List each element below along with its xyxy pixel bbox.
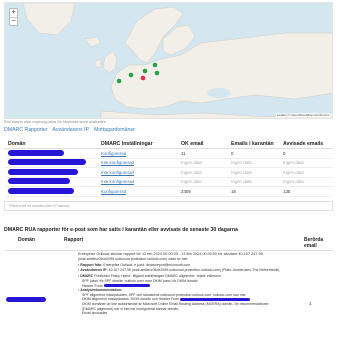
redacted-domain — [8, 178, 70, 185]
table-header: Domän DMARC Inställningar OK email Email… — [4, 139, 333, 149]
header-dmarc-settings: DMARC Inställningar — [101, 140, 153, 147]
analysis-line: Email avvisades — [82, 311, 108, 316]
header-rejected: Avvisade emails — [283, 140, 324, 147]
header-quarantine: Emails i karantän — [231, 140, 274, 147]
sender-ip-line: Avsändarens IP: 40.107.247.95 (mail-am6e… — [78, 268, 304, 273]
dmarc-setting-link[interactable]: Inte konfigurerad — [101, 160, 134, 165]
rejected-count: Ingen data — [283, 169, 304, 175]
marker-green[interactable] — [141, 67, 149, 75]
map-markers — [115, 61, 161, 85]
header-ok-email: OK email — [181, 140, 204, 147]
quarantine-count: 0 — [231, 150, 234, 156]
report-tabs: DMARC Rapporter Avsändarens IP Mottagard… — [4, 127, 135, 133]
filter-input[interactable]: Filtrera på en domän eller IP adress — [4, 201, 333, 211]
redacted-domain — [8, 149, 64, 156]
report-body: Enterprise Outlook skickar rapport för 1… — [78, 252, 304, 316]
ok-count: 11 — [181, 150, 186, 156]
table-row[interactable]: Konfigurerad 11 0 0 — [4, 149, 333, 159]
table-row[interactable]: Inte konfigurerad Ingen data Ingen data … — [4, 178, 333, 187]
dmarc-setting-link[interactable]: Konfigurerad — [101, 189, 126, 194]
ok-count: Ingen data — [181, 160, 202, 166]
map-attribution[interactable]: Leaflet | © OpenStreetMap contributors — [275, 113, 330, 117]
ok-count: 2409 — [181, 188, 191, 194]
table-row[interactable]: Inte konfigurerad Ingen data Ingen data … — [4, 168, 333, 178]
affected-count: 1 — [309, 301, 312, 306]
rejected-count: 0 — [283, 150, 286, 156]
quarantine-count: Ingen data — [231, 169, 252, 175]
rejected-count: 135 — [283, 188, 291, 194]
marker-red[interactable] — [139, 74, 147, 82]
report-row[interactable]: Enterprise Outlook skickar rapport för 1… — [4, 252, 333, 361]
header-report: Rapport — [64, 237, 84, 243]
table-row[interactable]: Inte konfigurerad Ingen data Ingen data … — [4, 159, 333, 168]
rejected-count: Ingen data — [283, 160, 304, 166]
marker-green[interactable] — [127, 71, 135, 79]
redacted-domain — [6, 297, 46, 302]
tab-dmarc-reports[interactable]: DMARC Rapporter — [4, 127, 48, 133]
quarantine-count: 16 — [231, 188, 236, 194]
redacted-domain — [8, 187, 74, 194]
redacted-domain — [8, 159, 86, 166]
reports-table: Domän Rapport Berörda email — [4, 235, 333, 251]
domains-table: Domän DMARC Inställningar OK email Email… — [4, 139, 333, 197]
tab-recipient-domains[interactable]: Mottagardomäner — [94, 127, 135, 133]
rejected-count: Ingen data — [283, 179, 304, 185]
ok-count: Ingen data — [181, 169, 202, 175]
map-note: Röd markör visar ursprung pekar för bloc… — [4, 120, 106, 124]
marker-green[interactable] — [153, 69, 161, 77]
header-affected-emails: Berörda email — [304, 237, 324, 249]
header-domain: Domän — [18, 237, 35, 243]
report-subtitle: (mail-am6eur05on2095.outbound.protection… — [78, 256, 188, 261]
ok-count: Ingen data — [181, 179, 202, 185]
header-domain: Domän — [8, 140, 26, 147]
table-header: Domän Rapport Berörda email — [4, 235, 333, 251]
dmarc-setting-link[interactable]: Inte konfigurerad — [101, 170, 134, 175]
quarantine-count: Ingen data — [231, 179, 252, 185]
marker-green[interactable] — [115, 77, 123, 85]
quarantine-count: Ingen data — [231, 160, 252, 166]
redacted-domain — [8, 168, 78, 175]
dmarc-setting-link[interactable]: Konfigurerad — [101, 151, 126, 156]
dmarc-setting-link[interactable]: Inte konfigurerad — [101, 179, 134, 184]
marker-green[interactable] — [151, 61, 159, 69]
table-row[interactable]: Konfigurerad 2409 16 135 — [4, 187, 333, 197]
tab-sender-ip[interactable]: Avsändarens IP — [53, 127, 90, 133]
map[interactable]: + − Leaflet | © OpenStreetMap contributo… — [4, 2, 333, 119]
section-title: DMARC RUA rapporter för e-post som har s… — [4, 227, 238, 233]
